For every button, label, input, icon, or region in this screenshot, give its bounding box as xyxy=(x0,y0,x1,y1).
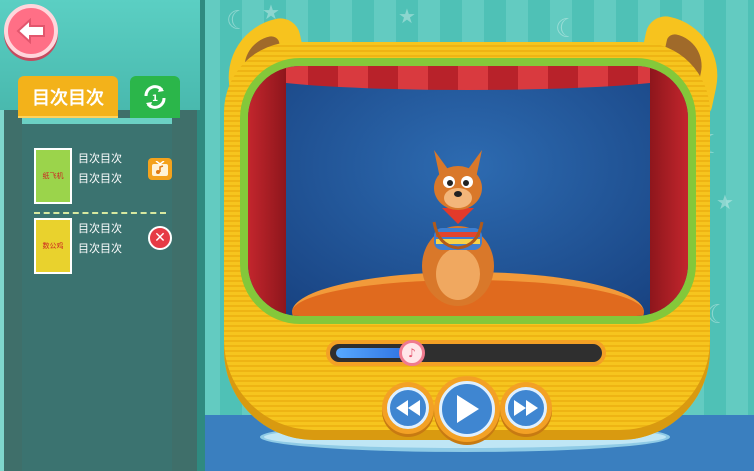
progress-knob[interactable]: ♪ xyxy=(399,340,425,366)
star-decoration: ★ xyxy=(398,4,416,28)
music-note-icon: ♪ xyxy=(408,346,416,360)
playlist-sidebar: 目次目次 1 纸飞机 目次目次 目次目次 数公鸡 目次目次 目次目次 ✕ xyxy=(0,0,205,471)
playlist-panel: 纸飞机 目次目次 目次目次 数公鸡 目次目次 目次目次 ✕ xyxy=(22,118,172,471)
moon-decoration: ☾ xyxy=(226,6,250,36)
tab-toc[interactable]: 目次目次 xyxy=(18,76,118,118)
curtain-left xyxy=(248,66,286,316)
back-arrow-icon xyxy=(16,18,45,44)
delete-button[interactable]: ✕ xyxy=(148,226,172,250)
tab-toc-label: 目次目次 xyxy=(32,88,104,109)
music-tv-button[interactable] xyxy=(148,158,172,180)
repeat-one-button[interactable]: 1 xyxy=(130,76,180,118)
item-divider xyxy=(34,212,166,214)
moon-decoration: ☾ xyxy=(555,14,579,44)
close-icon: ✕ xyxy=(154,230,166,246)
svg-text:1: 1 xyxy=(152,94,158,104)
music-tv-icon xyxy=(152,161,168,176)
item-title: 目次目次 xyxy=(78,222,122,235)
rewind-button[interactable] xyxy=(382,382,434,434)
book-cover: 数公鸡 xyxy=(34,218,72,274)
video-screen[interactable] xyxy=(248,66,688,316)
book-cover-title: 数公鸡 xyxy=(42,242,64,250)
fast-forward-button[interactable] xyxy=(500,382,552,434)
star-decoration: ★ xyxy=(716,190,734,214)
list-item[interactable]: 纸飞机 目次目次 目次目次 xyxy=(34,146,172,206)
kangaroo-character xyxy=(422,150,494,306)
back-button[interactable] xyxy=(4,4,58,58)
book-cover-title: 纸飞机 xyxy=(42,172,64,180)
play-icon xyxy=(457,395,479,423)
item-subtitle: 目次目次 xyxy=(78,242,122,255)
curtain-top xyxy=(248,66,688,90)
tv-screen-frame xyxy=(240,58,696,324)
book-cover: 纸飞机 xyxy=(34,148,72,204)
play-button[interactable] xyxy=(434,376,500,442)
repeat-one-icon: 1 xyxy=(144,85,166,109)
rewind-icon xyxy=(396,400,420,416)
item-title: 目次目次 xyxy=(78,152,122,165)
progress-slider[interactable]: ♪ xyxy=(326,340,606,366)
list-item[interactable]: 数公鸡 目次目次 目次目次 ✕ xyxy=(34,216,172,276)
curtain-right xyxy=(650,66,688,316)
fast-forward-icon xyxy=(514,400,538,416)
item-subtitle: 目次目次 xyxy=(78,172,122,185)
